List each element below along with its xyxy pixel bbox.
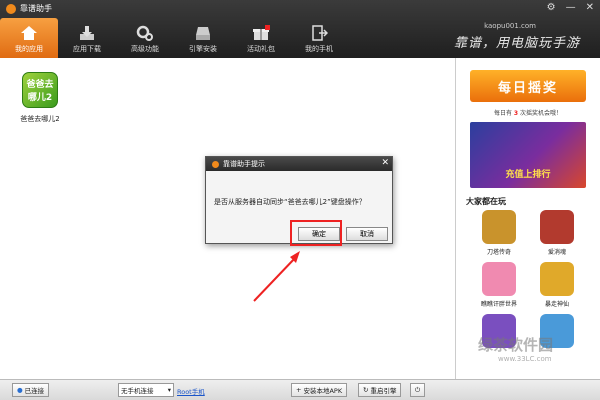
cancel-button[interactable]: 取消 xyxy=(346,227,388,241)
daily-lottery-button[interactable]: 每日摇奖 xyxy=(470,70,586,102)
refresh-icon: ↻ xyxy=(363,386,369,394)
window-controls: ⚙ — ✕ xyxy=(547,2,594,13)
window-title-text: 靠谱助手 xyxy=(20,4,52,13)
watermark: 绿茶软件园 xyxy=(478,336,554,354)
popular-heading: 大家都在玩 xyxy=(466,197,506,206)
tab-gift[interactable]: 活动礼包 xyxy=(232,18,290,58)
pointer-arrow-icon xyxy=(253,251,300,302)
game-item[interactable]: 爱消魂 xyxy=(528,210,586,256)
status-bar: ● 已连接 无手机连接 ▾ Root手机 + 安装本地APK ↻ 重启引擎 ⏻ xyxy=(0,379,600,400)
device-select[interactable]: 无手机连接 ▾ xyxy=(118,383,174,397)
chevron-down-icon: ▾ xyxy=(167,386,171,394)
app-logo-icon xyxy=(212,160,219,168)
power-button[interactable]: ⏻ xyxy=(410,383,426,397)
minimize-icon[interactable]: — xyxy=(566,2,576,13)
install-apk-button[interactable]: + 安装本地APK xyxy=(291,383,348,397)
connected-icon: ● xyxy=(17,386,23,394)
game-icon xyxy=(482,210,516,244)
game-icon xyxy=(482,262,516,296)
app-logo-icon xyxy=(6,3,16,14)
game-name: 刀塔传奇 xyxy=(486,249,511,256)
game-icon xyxy=(540,210,574,244)
gift-icon xyxy=(253,25,270,40)
tab-label: 活动礼包 xyxy=(247,45,275,53)
settings-icon[interactable]: ⚙ xyxy=(547,2,556,13)
app-tile[interactable]: 爸爸去哪儿2 爸爸去哪儿2 xyxy=(18,72,62,124)
game-item[interactable]: 瞧瞧讦胖世界 xyxy=(470,262,528,308)
tab-my-phone[interactable]: 我的手机 xyxy=(290,18,348,58)
dialog-message: 是否从服务器自动同步“爸爸去哪儿2”键盘操作？ xyxy=(214,198,366,206)
power-icon: ⏻ xyxy=(415,385,421,394)
tab-label: 应用下载 xyxy=(73,45,101,53)
game-name: 暴走神仙 xyxy=(544,301,569,308)
download-icon xyxy=(80,26,94,40)
tab-app-download[interactable]: 应用下载 xyxy=(58,18,116,58)
tab-label: 引擎安装 xyxy=(189,45,217,53)
tab-my-apps[interactable]: 我的应用 xyxy=(0,18,58,58)
game-name: 爱消魂 xyxy=(547,249,566,256)
window-title: 靠谱助手 xyxy=(6,3,52,14)
daily-lottery-note: 每日有 3 次摇奖机会哦！ xyxy=(493,110,563,117)
game-item[interactable]: 暴走神仙 xyxy=(528,262,586,308)
popular-games: 刀塔传奇 爱消魂 瞧瞧讦胖世界 暴走神仙 xyxy=(470,210,594,351)
watermark-url: www.33LC.com xyxy=(498,355,552,363)
tab-label: 我的手机 xyxy=(305,45,333,53)
connection-status-button[interactable]: ● 已连接 xyxy=(12,383,50,397)
root-phone-link[interactable]: Root手机 xyxy=(177,386,205,396)
game-item[interactable]: 刀塔传奇 xyxy=(470,210,528,256)
dialog-title: 靠谱助手提示 xyxy=(223,160,265,168)
tab-engine-install[interactable]: 引擎安装 xyxy=(174,18,232,58)
tab-label: 我的应用 xyxy=(15,45,43,53)
tab-advanced[interactable]: 高级功能 xyxy=(116,18,174,58)
dialog-close-icon[interactable]: ✕ xyxy=(381,158,389,168)
game-name: 瞧瞧讦胖世界 xyxy=(480,301,517,308)
promo-banner-text: 充值上排行 xyxy=(505,170,551,180)
title-bar: 靠谱助手 ⚙ — ✕ kaopu001.com 靠谱，用电脑玩手游 我的应用 应… xyxy=(0,0,600,58)
slogan: 靠谱，用电脑玩手游 xyxy=(453,36,580,51)
tab-label: 高级功能 xyxy=(131,45,159,53)
game-icon xyxy=(540,262,574,296)
app-name: 爸爸去哪儿2 xyxy=(20,115,60,123)
gear-icon xyxy=(136,25,153,41)
dialog-title-bar: 靠谱助手提示 xyxy=(206,157,392,171)
app-icon: 爸爸去哪儿2 xyxy=(22,72,58,108)
ok-highlight-box xyxy=(290,220,342,246)
plus-icon: + xyxy=(296,386,302,394)
restart-engine-button[interactable]: ↻ 重启引擎 xyxy=(358,383,402,397)
site-url: kaopu001.com xyxy=(484,22,536,30)
home-icon xyxy=(21,26,37,40)
main-toolbar: 我的应用 应用下载 高级功能 引擎安装 活动礼包 我的手机 xyxy=(0,18,348,58)
phone-exit-icon xyxy=(312,25,328,41)
close-icon[interactable]: ✕ xyxy=(586,2,594,13)
install-icon xyxy=(196,27,210,40)
